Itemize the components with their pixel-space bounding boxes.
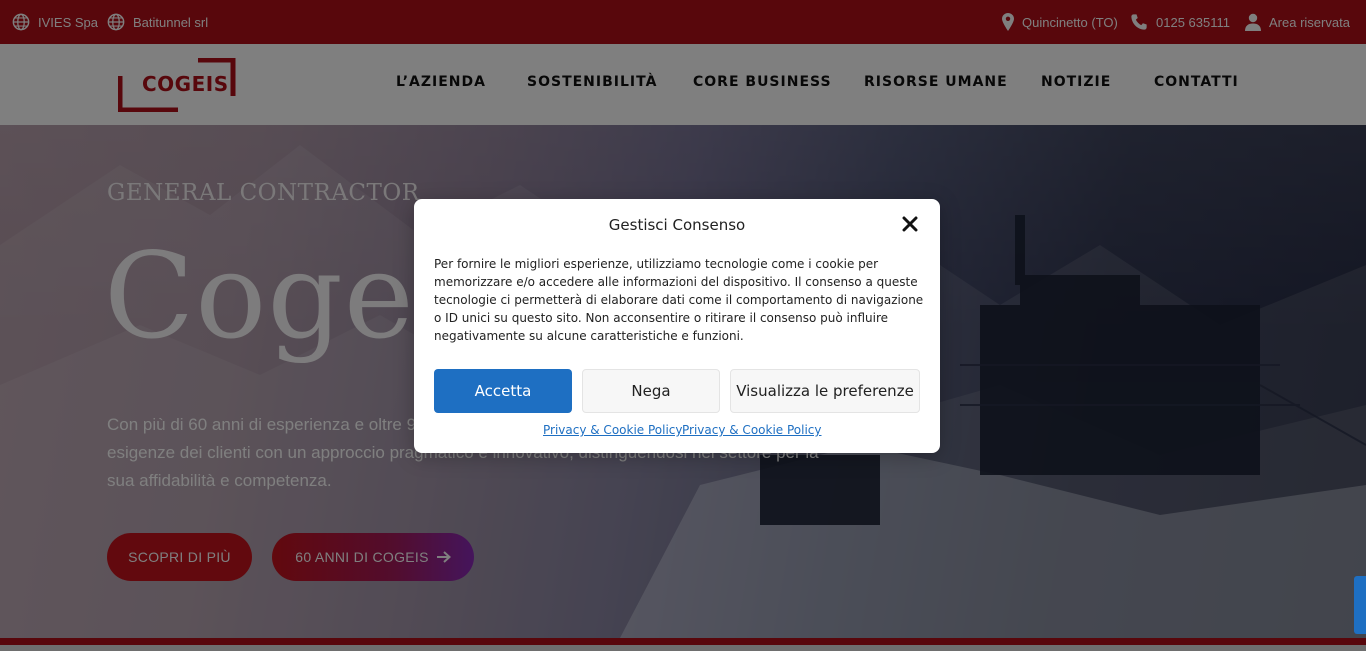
close-icon xyxy=(902,216,918,232)
close-button[interactable] xyxy=(900,214,920,234)
cookie-policy-link[interactable]: Privacy & Cookie Policy xyxy=(682,423,822,437)
privacy-policy-link[interactable]: Privacy & Cookie Policy xyxy=(543,423,683,437)
deny-button[interactable]: Nega xyxy=(582,369,720,413)
cookie-consent-dialog: Gestisci Consenso Per fornire le miglior… xyxy=(414,199,940,453)
accept-button[interactable]: Accetta xyxy=(434,369,572,413)
view-preferences-button[interactable]: Visualizza le preferenze xyxy=(730,369,920,413)
consent-side-tab[interactable] xyxy=(1354,576,1366,634)
consent-text: Per fornire le migliori esperienze, util… xyxy=(434,257,924,343)
dialog-title: Gestisci Consenso xyxy=(608,216,746,234)
